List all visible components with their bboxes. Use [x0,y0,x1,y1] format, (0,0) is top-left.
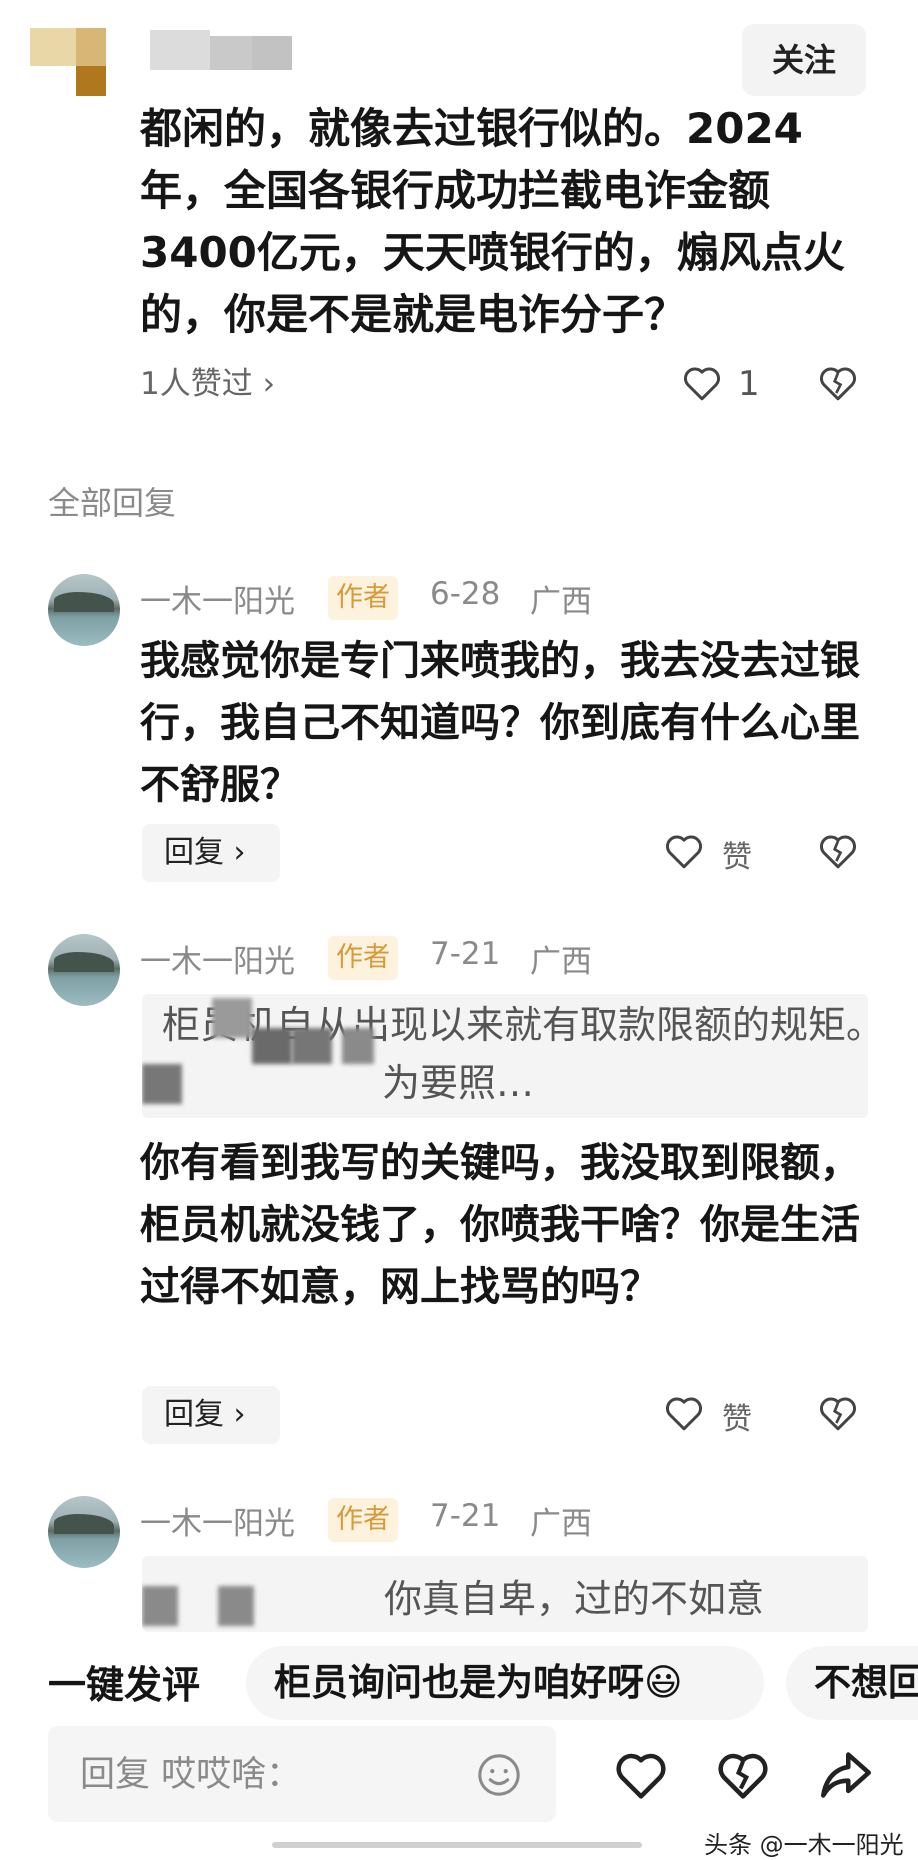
follow-button[interactable]: 关注 [742,24,866,96]
quoted-comment[interactable]: 你真自卑，过的不如意 [142,1556,868,1632]
broken-heart-icon[interactable] [818,364,858,402]
reply-input[interactable] [78,1726,462,1824]
blurred-name [342,1028,374,1064]
reply-region: 广西 [530,944,592,980]
post-text: 都闲的，就像去过银行似的。2024年，全国各银行成功拦截电诈金额3400亿元，天… [140,104,845,339]
reply-date: 7-21 [430,1498,501,1534]
heart-icon[interactable] [664,1394,704,1432]
section-title-all-replies: 全部回复 [48,484,177,522]
broken-heart-icon[interactable] [818,1394,858,1432]
reply-date: 6-28 [430,576,501,612]
like-label[interactable]: 赞 [722,1394,752,1438]
author-badge: 作者 [328,1498,398,1542]
watermark: 头条 @一木一阳光 [704,1831,904,1859]
heart-icon[interactable] [682,364,722,402]
reply-region: 广西 [530,1506,592,1542]
heart-icon[interactable] [664,832,704,870]
avatar[interactable] [48,934,120,1006]
quoted-comment[interactable]: 柜员机自从出现以来就有取款限额的规矩。因为要照… [142,994,868,1118]
emoji-icon[interactable] [476,1752,522,1798]
likers-link[interactable]: 1人赞过 › [140,358,275,403]
reply-text: 我感觉你是专门来喷我的，我去没去过银行，我自己不知道吗？你到底有什么心里不舒服？ [140,638,860,808]
reply-region: 广西 [530,584,592,620]
reply-button[interactable]: 回复 › [142,1386,280,1444]
home-indicator[interactable] [272,1842,642,1848]
reply-input-box[interactable] [48,1726,556,1824]
quick-comment-chip[interactable]: 不想回 [786,1646,918,1720]
reply-button[interactable]: 回复 › [142,824,280,882]
reply-author-name[interactable]: 一木一阳光 [140,576,295,621]
heart-icon[interactable] [614,1750,668,1800]
blurred-name [212,998,252,1038]
blurred-name [142,1586,178,1626]
like-label[interactable]: 赞 [722,832,752,876]
quick-comment-chip[interactable]: 柜员询问也是为咱好呀😃 [246,1646,764,1720]
author-badge: 作者 [328,576,398,620]
quick-comment-label: 一键发评 [48,1663,201,1707]
blurred-user-name [150,30,292,70]
broken-heart-icon[interactable] [716,1750,770,1800]
share-icon[interactable] [818,1750,874,1800]
blurred-name [142,1064,182,1104]
reply-text: 你有看到我写的关键吗，我没取到限额，柜员机就没钱了，你喷我干啥？你是生活过得不如… [140,1140,860,1310]
blurred-user-avatar [30,28,106,96]
author-badge: 作者 [328,936,398,980]
reply-author-name[interactable]: 一木一阳光 [140,936,295,981]
quick-comment-bar: 一键发评 柜员询问也是为咱好呀😃 不想回 [0,1640,918,1730]
avatar[interactable] [48,574,120,646]
blurred-name [252,1028,292,1064]
like-count: 1 [738,364,760,404]
blurred-name [218,1586,254,1626]
avatar[interactable] [48,1496,120,1568]
blurred-name [292,1028,332,1064]
quoted-comment-text: 你真自卑，过的不如意 [384,1577,765,1621]
broken-heart-icon[interactable] [818,832,858,870]
reply-author-name[interactable]: 一木一阳光 [140,1498,295,1543]
reply-date: 7-21 [430,936,501,972]
